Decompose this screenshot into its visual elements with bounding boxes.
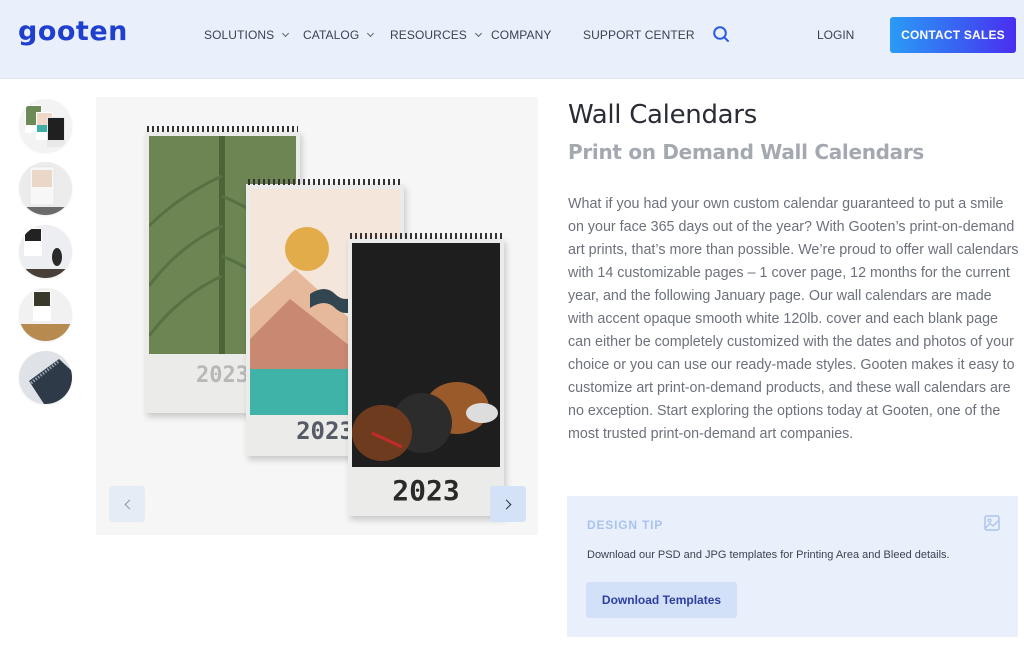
- gallery-next-button[interactable]: [490, 486, 526, 522]
- design-tip-label: DESIGN TIP: [587, 518, 664, 532]
- spiral-binding: [350, 233, 502, 239]
- design-tip-panel: DESIGN TIP Download our PSD and JPG temp…: [567, 496, 1018, 637]
- thumbnail-spiral-closeup[interactable]: [19, 351, 72, 404]
- gallery-prev-button[interactable]: [109, 486, 145, 522]
- chevron-down-icon: [367, 29, 375, 38]
- nav-label: SUPPORT CENTER: [583, 28, 695, 42]
- dogs-calendar: 2023: [348, 233, 504, 516]
- chevron-down-icon: [282, 29, 290, 38]
- gooten-logo[interactable]: gooten: [18, 16, 128, 47]
- spiral-binding: [248, 179, 402, 185]
- site-header: gooten SOLUTIONS CATALOG RESOURCES COMPA…: [0, 0, 1024, 79]
- thumbnail-marble-calendar[interactable]: [19, 162, 72, 215]
- download-templates-button[interactable]: Download Templates: [586, 582, 737, 618]
- chevron-left-icon: [124, 499, 134, 509]
- image-icon: [984, 515, 1000, 531]
- login-link[interactable]: LOGIN: [817, 28, 854, 42]
- nav-label: COMPANY: [491, 28, 552, 42]
- nav-resources[interactable]: RESOURCES: [390, 28, 482, 42]
- thumbnail-image: [19, 162, 72, 215]
- nav-catalog[interactable]: CATALOG: [303, 28, 375, 42]
- thumbnail-three-calendars[interactable]: [19, 99, 72, 152]
- calendar-year: 2023: [392, 474, 460, 507]
- product-subtitle: Print on Demand Wall Calendars: [568, 140, 925, 164]
- thumbnail-image: [19, 225, 72, 278]
- chevron-down-icon: [474, 29, 482, 38]
- thumbnail-vase-calendar[interactable]: [19, 225, 72, 278]
- nav-label: CATALOG: [303, 28, 360, 42]
- nav-label: RESOURCES: [390, 28, 467, 42]
- chevron-right-icon: [501, 499, 511, 509]
- nav-solutions[interactable]: SOLUTIONS: [204, 28, 290, 42]
- dogs-photo: [352, 243, 500, 467]
- design-tip-text: Download our PSD and JPG templates for P…: [587, 549, 950, 561]
- thumbnail-shelf-calendar[interactable]: [19, 288, 72, 341]
- nav-label: SOLUTIONS: [204, 28, 275, 42]
- thumbnail-image: [19, 351, 72, 404]
- product-description: What if you had your own custom calendar…: [568, 196, 1019, 442]
- product-title: Wall Calendars: [568, 100, 757, 130]
- product-gallery: 2023 2023 2023: [96, 97, 538, 535]
- search-icon[interactable]: [712, 25, 730, 43]
- spiral-binding: [147, 126, 298, 132]
- thumbnail-image: [19, 99, 72, 152]
- nav-support-center[interactable]: SUPPORT CENTER: [583, 28, 695, 42]
- contact-sales-button[interactable]: CONTACT SALES: [890, 17, 1016, 53]
- thumbnail-image: [19, 288, 72, 341]
- nav-company[interactable]: COMPANY: [491, 28, 551, 42]
